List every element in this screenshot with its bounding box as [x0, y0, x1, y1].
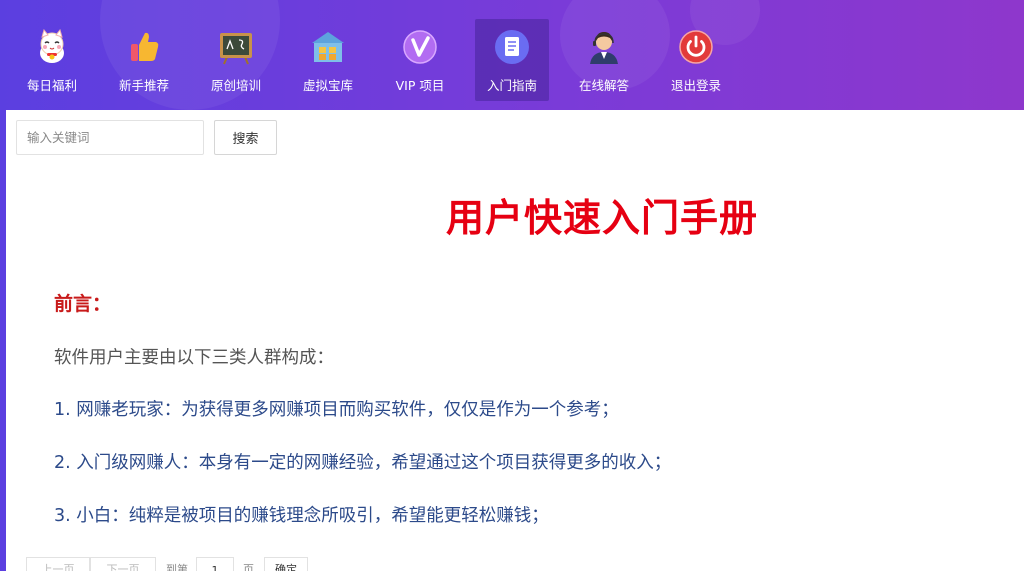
blackboard-icon: [220, 33, 252, 65]
support-agent-icon: [590, 32, 618, 64]
nav-item-beginner-picks[interactable]: 新手推荐: [107, 19, 181, 101]
preface-heading: 前言：: [54, 293, 112, 315]
nav-item-logout[interactable]: 退出登录: [659, 19, 733, 101]
goto-label: 到第: [166, 563, 188, 571]
nav-item-getting-started[interactable]: 入门指南: [475, 19, 549, 101]
page-number-input[interactable]: [196, 557, 234, 571]
page-title: 用户快速入门手册: [446, 196, 759, 240]
nav-item-daily-welfare[interactable]: 每日福利: [15, 19, 89, 101]
prev-page-button[interactable]: 上一页: [26, 557, 90, 571]
confirm-page-button[interactable]: 确定: [264, 557, 308, 571]
nav-item-online-support[interactable]: 在线解答: [567, 19, 641, 101]
lucky-cat-icon: [40, 29, 64, 63]
nav-label: 入门指南: [486, 78, 537, 93]
search-button[interactable]: 搜索: [214, 120, 277, 155]
page-unit-label: 页: [243, 563, 254, 571]
nav-item-original-training[interactable]: 原创培训: [199, 19, 273, 101]
list-item: 1. 网赚老玩家：为获得更多网赚项目而购买软件，仅仅是作为一个参考；: [54, 400, 619, 420]
nav-item-virtual-treasury[interactable]: 虚拟宝库: [291, 19, 365, 101]
list-item: 3. 小白：纯粹是被项目的赚钱理念所吸引，希望能更轻松赚钱；: [54, 506, 549, 526]
vip-icon: [403, 30, 437, 64]
nav-label: 虚拟宝库: [302, 78, 353, 93]
app-window: 每日福利 新手推荐 原创培训 虚拟宝库 VIP 项目 入门指南 在线解答 退出登…: [0, 0, 1024, 571]
nav-item-vip-projects[interactable]: VIP 项目: [383, 19, 457, 101]
thumbs-up-icon: [131, 32, 159, 61]
treasure-house-icon: [312, 32, 344, 62]
nav-label: 新手推荐: [118, 78, 169, 93]
list-item: 2. 入门级网赚人：本身有一定的网赚经验，希望通过这个项目获得更多的收入；: [54, 453, 672, 473]
nav-label: 原创培训: [210, 78, 261, 93]
top-navigation: 每日福利 新手推荐 原创培训 虚拟宝库 VIP 项目 入门指南 在线解答 退出登…: [0, 0, 1024, 110]
nav-label: 退出登录: [670, 78, 721, 93]
nav-label: 在线解答: [578, 78, 629, 93]
next-page-button[interactable]: 下一页: [90, 557, 156, 571]
nav-label: VIP 项目: [395, 78, 445, 93]
nav-label: 每日福利: [26, 78, 77, 93]
search-input[interactable]: [16, 120, 204, 155]
main-content: 搜索 用户快速入门手册 前言： 软件用户主要由以下三类人群构成： 1. 网赚老玩…: [6, 110, 1024, 571]
intro-paragraph: 软件用户主要由以下三类人群构成：: [54, 348, 334, 368]
power-icon: [679, 30, 713, 64]
document-icon: [495, 30, 529, 64]
